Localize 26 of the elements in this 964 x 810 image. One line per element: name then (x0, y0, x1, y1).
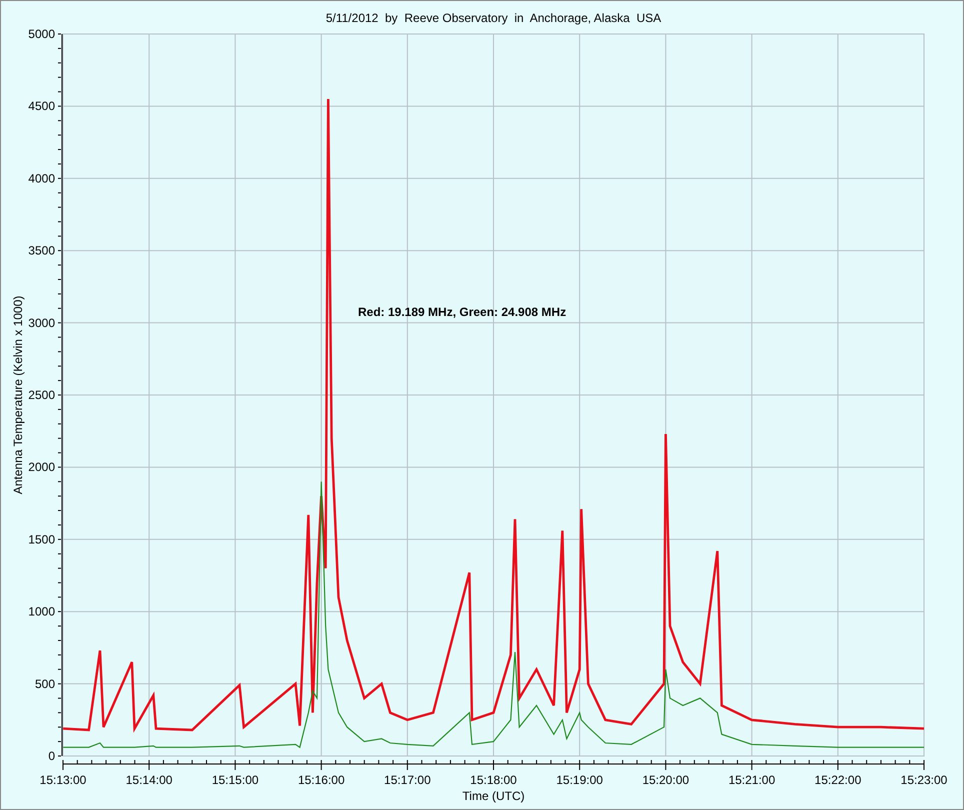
x-tick-label: 15:13:00 (40, 773, 86, 787)
y-tick-label: 1000 (28, 604, 55, 619)
y-tick-label: 4000 (28, 171, 55, 186)
x-tick-label: 15:21:00 (728, 773, 776, 787)
y-tick-label: 4500 (28, 99, 55, 114)
y-tick-label: 500 (34, 676, 55, 691)
y-tick-label: 0 (48, 749, 55, 763)
x-tick-label: 15:14:00 (126, 773, 172, 787)
chart-annotation: Red: 19.189 MHz, Green: 24.908 MHz (358, 305, 566, 319)
y-tick-label: 5000 (28, 27, 55, 41)
x-tick-label: 15:19:00 (556, 773, 603, 787)
y-axis-label: Antenna Temperature (Kelvin x 1000) (11, 296, 25, 494)
x-tick-label: 15:17:00 (384, 773, 431, 787)
x-tick-label: 15:15:00 (212, 773, 259, 787)
x-tick-label: 15:22:00 (814, 773, 862, 787)
x-tick-label: 15:23:00 (900, 773, 948, 787)
y-tick-label: 2000 (28, 460, 55, 474)
x-tick-label: 15:20:00 (642, 773, 690, 787)
chart-title: 5/11/2012 by Reeve Observatory in Anchorage, Alaska USA (326, 11, 662, 25)
y-tick-label: 3000 (28, 316, 55, 330)
x-axis-label: Time (UTC) (462, 789, 525, 803)
y-tick-label: 2500 (28, 388, 55, 402)
x-tick-label: 15:16:00 (298, 773, 345, 787)
y-tick-label: 1500 (28, 532, 55, 546)
y-tick-label: 3500 (28, 244, 55, 258)
x-tick-label: 15:18:00 (470, 773, 517, 787)
